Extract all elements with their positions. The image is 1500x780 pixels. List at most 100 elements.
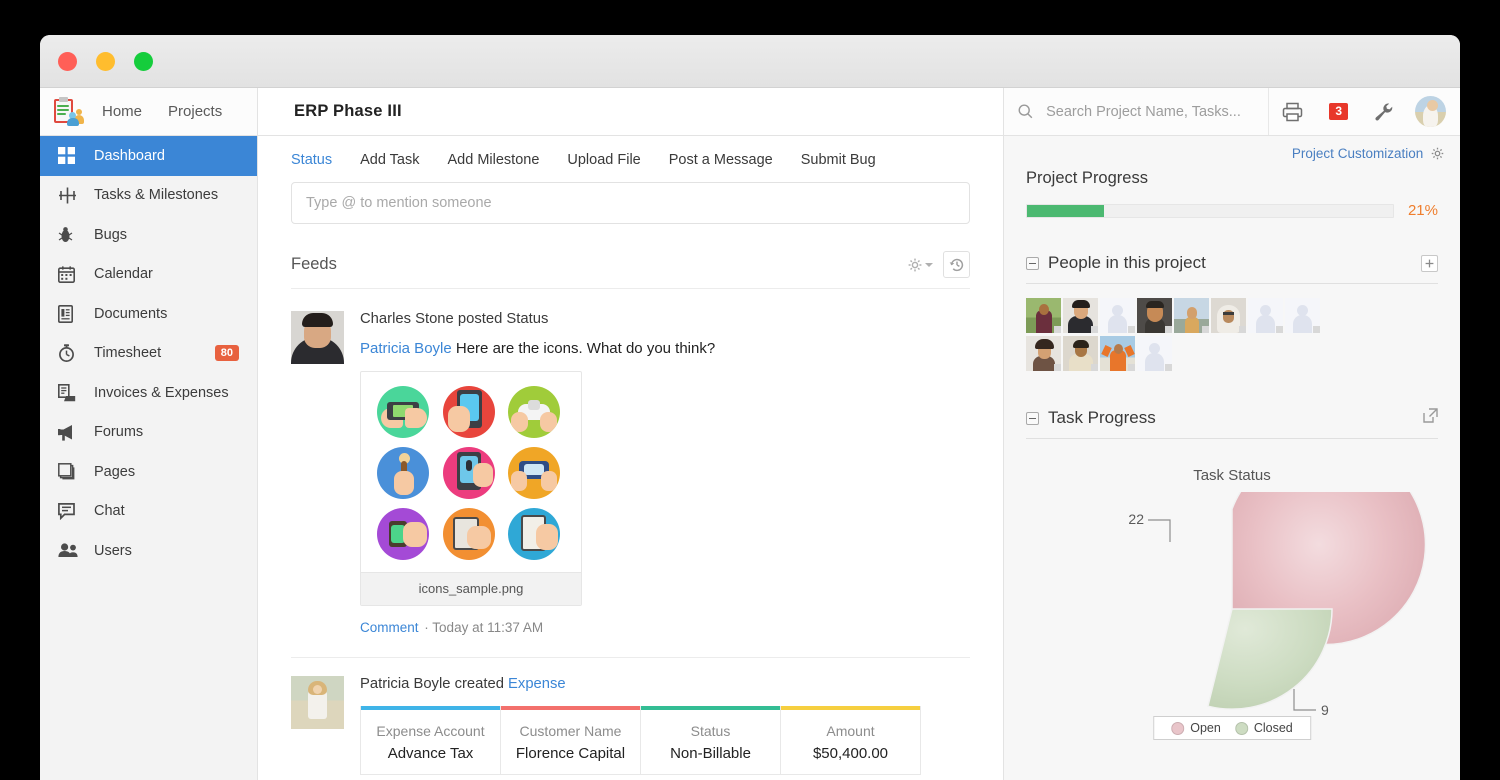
topbar-left-group: Home Projects (40, 88, 258, 135)
progress-bar-track (1026, 203, 1394, 218)
icon-gamepad (508, 386, 561, 438)
project-progress-row: 21% (1026, 202, 1438, 219)
mention-link[interactable]: Patricia Boyle (360, 340, 452, 357)
avatar-placeholder[interactable] (1285, 298, 1320, 333)
app-window: Home Projects ERP Phase III Search Proje… (40, 35, 1460, 780)
status-input-container[interactable] (291, 182, 970, 224)
attachment-preview-image (361, 372, 581, 572)
comment-link[interactable]: Comment (360, 620, 419, 635)
sidebar-item-label: Timesheet (94, 345, 162, 362)
gear-icon (1431, 147, 1444, 160)
avatar[interactable] (1026, 336, 1061, 371)
nav-projects[interactable]: Projects (168, 103, 222, 120)
attachment-card[interactable]: icons_sample.png (360, 371, 582, 606)
add-person-button[interactable] (1421, 254, 1438, 272)
nav-home[interactable]: Home (102, 103, 142, 120)
sidebar-item-timesheet[interactable]: Timesheet 80 (40, 334, 257, 374)
feeds-settings-button[interactable] (908, 258, 933, 272)
sidebar-item-bugs[interactable]: Bugs (40, 215, 257, 255)
notifications-button[interactable]: 3 (1329, 103, 1348, 120)
avatar[interactable] (1137, 298, 1172, 333)
project-title-container: ERP Phase III (258, 88, 1004, 135)
avatar[interactable] (1415, 96, 1446, 127)
chart-title: Task Status (1193, 467, 1271, 484)
feeds-history-button[interactable] (943, 251, 970, 278)
gear-icon (908, 258, 922, 271)
card-accent-bar (781, 706, 920, 710)
popout-icon[interactable] (1423, 408, 1438, 428)
task-progress-section-header: Task Progress (1026, 408, 1438, 428)
avatar[interactable] (1174, 298, 1209, 333)
plus-icon (1425, 259, 1434, 267)
window-minimize-button[interactable] (96, 51, 115, 71)
section-divider (1026, 283, 1438, 284)
avatar-placeholder[interactable] (1137, 336, 1172, 371)
tab-submit-bug[interactable]: Submit Bug (801, 152, 876, 168)
cell-value: Non-Billable (670, 745, 751, 762)
cell-value: Florence Capital (515, 745, 626, 762)
sidebar-item-forums[interactable]: Forums (40, 413, 257, 453)
avatar[interactable] (1063, 336, 1098, 371)
sidebar-item-calendar[interactable]: Calendar (40, 255, 257, 295)
avatar[interactable] (1100, 336, 1135, 371)
tab-add-milestone[interactable]: Add Milestone (448, 152, 540, 168)
people-avatar-grid (1026, 298, 1356, 374)
cell-value: Advance Tax (387, 745, 474, 762)
avatar[interactable] (1026, 298, 1061, 333)
print-button[interactable] (1282, 102, 1303, 122)
users-icon (58, 543, 86, 558)
legend-swatch-open (1171, 721, 1185, 735)
tab-add-task[interactable]: Add Task (360, 152, 419, 168)
avatar-placeholder[interactable] (1248, 298, 1283, 333)
status-input[interactable] (306, 195, 955, 211)
legend-swatch-closed (1234, 721, 1248, 735)
tab-post-a-message[interactable]: Post a Message (669, 152, 773, 168)
sidebar-item-invoices-expenses[interactable]: Invoices & Expenses (40, 373, 257, 413)
zoho-projects-logo-icon[interactable] (54, 96, 84, 126)
window-maximize-button[interactable] (134, 51, 153, 71)
feed-item: Charles Stone posted Status Patricia Boy… (258, 289, 1003, 635)
icon-phone-recorder (442, 447, 495, 499)
sidebar-item-dashboard[interactable]: Dashboard (40, 136, 257, 176)
legend-label: Open (1190, 721, 1221, 735)
sidebar-item-tasks-milestones[interactable]: Tasks & Milestones (40, 176, 257, 216)
calendar-icon (58, 266, 86, 283)
card-accent-bar (501, 706, 640, 710)
feed-author-line: Patricia Boyle created Expense (360, 676, 970, 692)
avatar[interactable] (291, 311, 344, 364)
expense-link[interactable]: Expense (508, 676, 566, 692)
feed-body: Charles Stone posted Status Patricia Boy… (360, 311, 970, 635)
search-input[interactable] (1046, 103, 1269, 120)
feed-body: Patricia Boyle created Expense Expense A… (360, 676, 970, 775)
legend-item-open[interactable]: Open (1171, 721, 1221, 735)
page-title: ERP Phase III (294, 102, 402, 120)
icon-smartphone-games (442, 386, 495, 438)
project-customization-link[interactable]: Project Customization (1004, 136, 1460, 161)
section-divider (1026, 438, 1438, 439)
sidebar-item-documents[interactable]: Documents (40, 294, 257, 334)
column-header: Customer Name (519, 723, 622, 739)
avatar[interactable] (1063, 298, 1098, 333)
tab-status[interactable]: Status (291, 152, 332, 168)
settings-button[interactable] (1374, 102, 1396, 122)
collapse-toggle[interactable] (1026, 411, 1039, 425)
legend-item-closed[interactable]: Closed (1234, 721, 1293, 735)
chat-icon (58, 502, 86, 520)
expense-card: Status Non-Billable (640, 706, 781, 775)
search-container[interactable] (1004, 88, 1270, 135)
pie-label-closed: 9 (1321, 702, 1329, 718)
collapse-toggle[interactable] (1026, 256, 1039, 270)
tab-upload-file[interactable]: Upload File (567, 152, 640, 168)
sidebar-item-label: Forums (94, 424, 144, 441)
avatar[interactable] (1211, 298, 1246, 333)
topbar-right-group: 3 (1004, 88, 1460, 135)
icon-handheld-console (377, 386, 429, 438)
pie-slice-closed[interactable] (1206, 608, 1333, 710)
avatar[interactable] (291, 676, 344, 729)
window-close-button[interactable] (58, 51, 77, 71)
avatar-placeholder[interactable] (1100, 298, 1135, 333)
feed-timestamp: Today at 11:37 AM (432, 620, 544, 635)
sidebar-item-users[interactable]: Users (40, 531, 257, 571)
sidebar-item-chat[interactable]: Chat (40, 492, 257, 532)
sidebar-item-pages[interactable]: Pages (40, 452, 257, 492)
